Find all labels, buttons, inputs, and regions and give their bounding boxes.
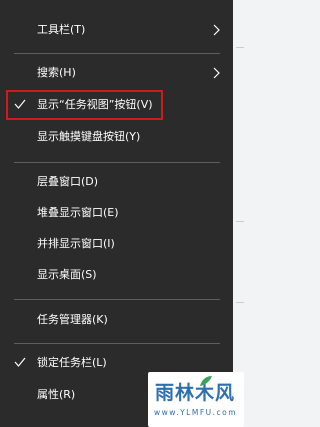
menu-item-show-touch-keyboard-button[interactable]: 显示触摸键盘按钮(Y): [0, 122, 233, 152]
background-line: [236, 302, 244, 303]
menu-item-label: 显示桌面(S): [37, 268, 97, 281]
background-line: [236, 47, 244, 48]
menu-item-label: 锁定任务栏(L): [37, 356, 107, 369]
menu-separator: [14, 299, 220, 300]
menu-item-search[interactable]: 搜索(H): [0, 58, 233, 88]
checkmark-icon: [14, 357, 26, 367]
menu-separator: [14, 53, 220, 54]
menu-item-side-by-side-windows[interactable]: 并排显示窗口(I): [0, 229, 233, 259]
menu-separator: [14, 162, 220, 163]
menu-separator: [14, 343, 220, 344]
menu-item-cascade-windows[interactable]: 层叠窗口(D): [0, 167, 233, 197]
leaf-icon: [200, 376, 212, 386]
submenu-arrow-icon: [213, 67, 220, 79]
menu-item-show-desktop[interactable]: 显示桌面(S): [0, 260, 233, 290]
menu-item-label: 堆叠显示窗口(E): [37, 206, 119, 219]
highlight-box: [6, 90, 163, 120]
menu-item-task-manager[interactable]: 任务管理器(K): [0, 305, 233, 335]
menu-item-label: 层叠窗口(D): [37, 175, 99, 188]
watermark-logo: 雨林木风 www.YLMFU.com: [148, 372, 244, 427]
watermark-url: www.YLMFU.com: [154, 408, 238, 417]
taskbar-context-menu: 工具栏(T) 搜索(H) 显示“任务视图”按钮(V) 显示触摸键盘按钮(Y) 层…: [0, 0, 233, 427]
menu-item-label: 搜索(H): [37, 66, 76, 79]
menu-item-label: 属性(R): [37, 388, 76, 401]
submenu-arrow-icon: [213, 24, 220, 36]
menu-item-stack-windows[interactable]: 堆叠显示窗口(E): [0, 198, 233, 228]
menu-item-label: 任务管理器(K): [37, 313, 108, 326]
menu-item-toolbars[interactable]: 工具栏(T): [0, 15, 233, 45]
watermark-brand: 雨林木风: [155, 382, 236, 404]
menu-item-label: 并排显示窗口(I): [37, 237, 115, 250]
background-line: [236, 221, 244, 222]
menu-item-label: 工具栏(T): [37, 23, 86, 36]
menu-item-label: 显示触摸键盘按钮(Y): [37, 130, 141, 143]
desktop-background: [233, 0, 244, 427]
